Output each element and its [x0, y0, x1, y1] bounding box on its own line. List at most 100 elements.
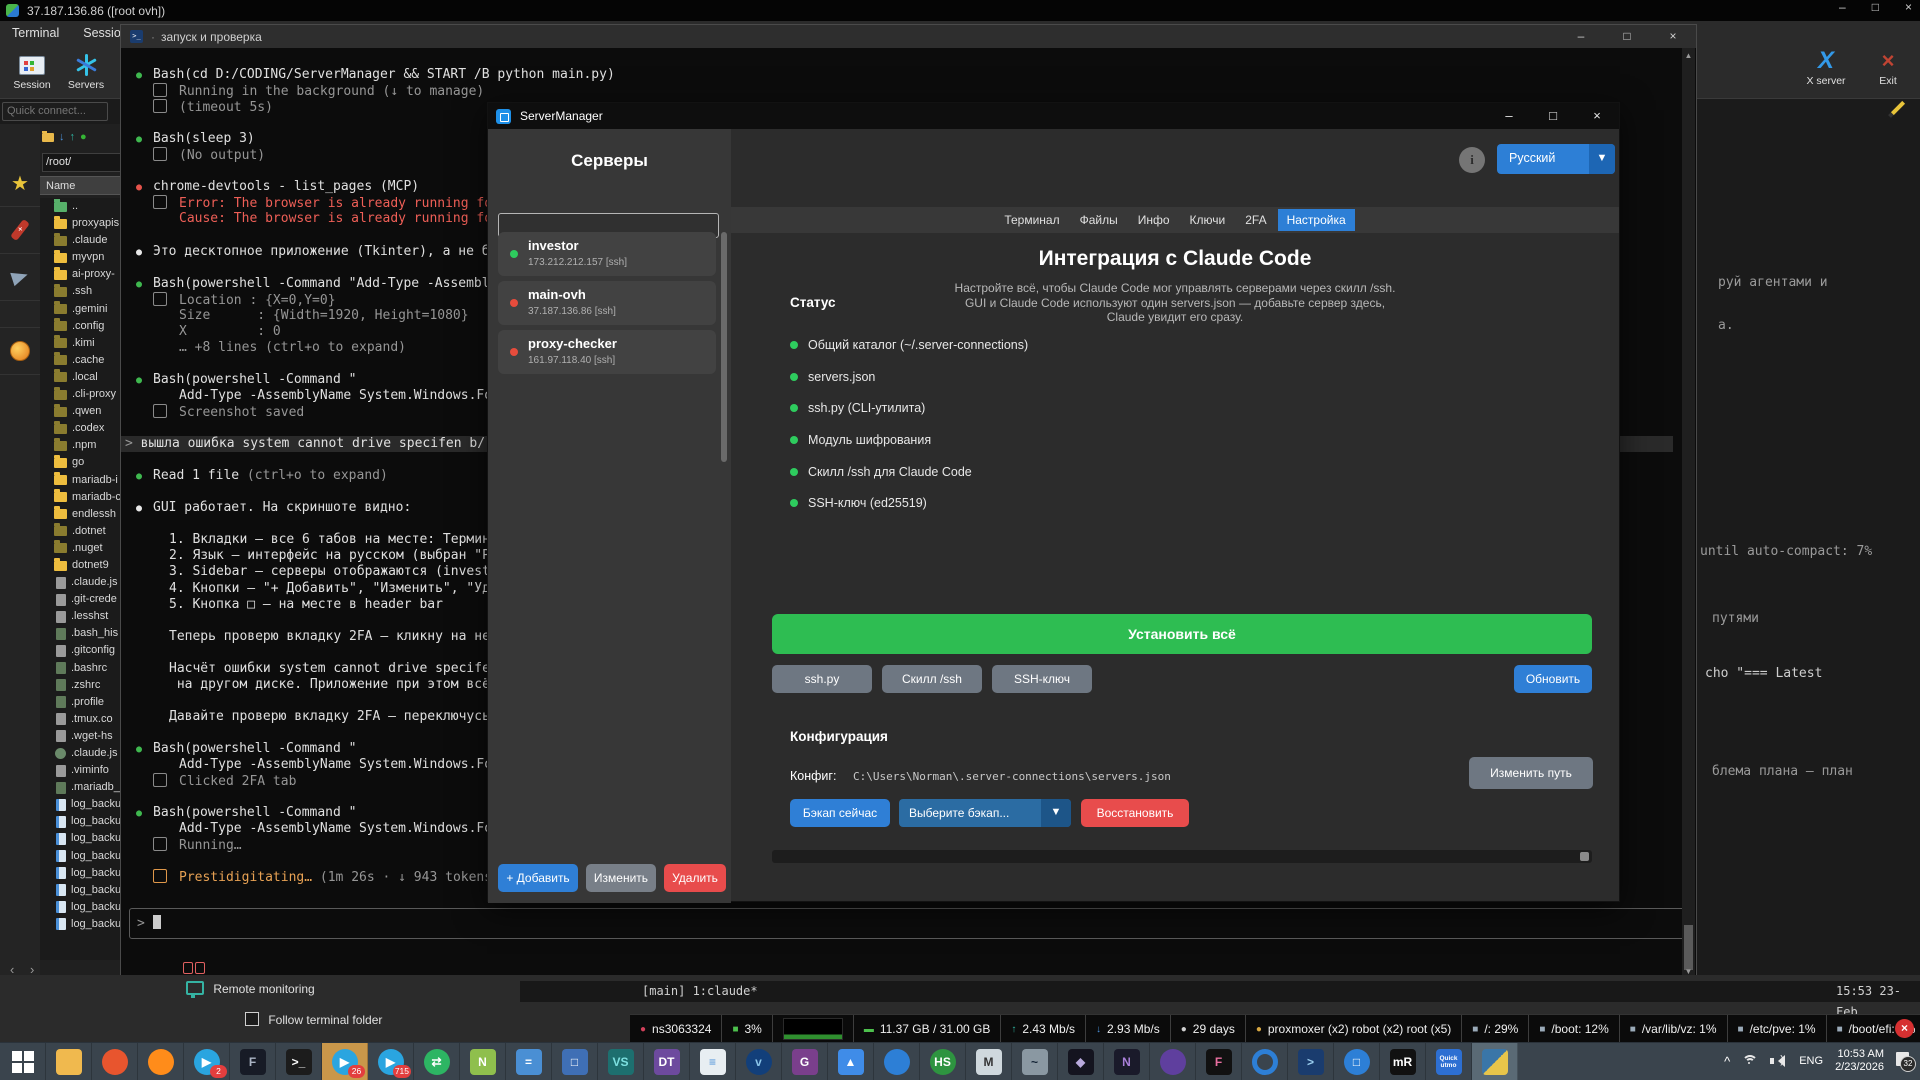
- toolbar-exit-button[interactable]: × Exit: [1862, 47, 1914, 87]
- file-list-item[interactable]: ai-proxy-: [40, 266, 120, 283]
- file-list-item[interactable]: ..: [40, 198, 120, 215]
- volume-icon[interactable]: ): [1770, 1054, 1787, 1068]
- taskbar-freefilesync[interactable]: ⇄: [414, 1043, 460, 1080]
- delete-server-button[interactable]: Удалить: [664, 864, 726, 892]
- scroll-up-icon[interactable]: ▲: [1682, 51, 1695, 60]
- taskbar-gimp[interactable]: G: [782, 1043, 828, 1080]
- file-list-item[interactable]: .gemini: [40, 301, 120, 318]
- taskbar-window-app[interactable]: □: [552, 1043, 598, 1080]
- terminal-close-icon[interactable]: ×: [1650, 25, 1696, 48]
- install-all-button[interactable]: Установить всё: [772, 614, 1592, 654]
- backup-select-dropdown[interactable]: Выберите бэкап... ▼: [899, 799, 1071, 827]
- terminal-maximize-icon[interactable]: □: [1604, 25, 1650, 48]
- sm-minimize-icon[interactable]: –: [1487, 103, 1531, 129]
- file-list-item[interactable]: .kimi: [40, 335, 120, 352]
- file-list-item[interactable]: go: [40, 454, 120, 471]
- file-list-item[interactable]: .ssh: [40, 283, 120, 300]
- terminal-input-box[interactable]: >: [129, 908, 1686, 939]
- terminal-scrollbar[interactable]: ▲ ▼: [1682, 48, 1695, 979]
- server-card[interactable]: main-ovh 37.187.136.86 [ssh]: [498, 281, 716, 325]
- restore-button[interactable]: Восстановить: [1081, 799, 1189, 827]
- language-dropdown[interactable]: Русский ▼: [1497, 144, 1615, 174]
- file-list-item[interactable]: .codex: [40, 420, 120, 437]
- taskbar-n-purple-app[interactable]: N: [1104, 1043, 1150, 1080]
- file-list-item[interactable]: .mariadb_: [40, 779, 120, 796]
- file-list-item[interactable]: log_backu: [40, 916, 120, 933]
- toolbar-servers-button[interactable]: Servers: [60, 51, 112, 91]
- file-list-item[interactable]: .lesshst: [40, 608, 120, 625]
- download-icon[interactable]: ↓: [59, 131, 65, 143]
- scrollbar-thumb[interactable]: [1580, 852, 1589, 861]
- taskbar-hs-app[interactable]: HS: [920, 1043, 966, 1080]
- taskbar-dev-tools[interactable]: DT: [644, 1043, 690, 1080]
- toolbar-session-button[interactable]: Session: [6, 51, 58, 91]
- favorites-star-icon[interactable]: ★: [0, 160, 40, 207]
- file-list-item[interactable]: log_backu: [40, 865, 120, 882]
- globe-icon[interactable]: [0, 327, 40, 375]
- edit-server-button[interactable]: Изменить: [586, 864, 656, 892]
- close-monitoring-icon[interactable]: ×: [1895, 1019, 1914, 1038]
- component-button[interactable]: SSH-ключ: [992, 665, 1092, 693]
- servermanager-titlebar[interactable]: ServerManager – □ ×: [488, 103, 1619, 129]
- tab-Ключи[interactable]: Ключи: [1181, 209, 1235, 231]
- tab-Файлы[interactable]: Файлы: [1071, 209, 1127, 231]
- notification-center-icon[interactable]: 32: [1896, 1052, 1916, 1072]
- file-list-item[interactable]: proxyapis: [40, 215, 120, 232]
- file-list-item[interactable]: .claude.js: [40, 574, 120, 591]
- upload-icon[interactable]: ↑: [70, 131, 76, 143]
- pencil-icon[interactable]: [1890, 100, 1906, 116]
- taskbar-telegram-attention[interactable]: ▶ 26: [322, 1043, 368, 1080]
- component-button[interactable]: Скилл /ssh: [882, 665, 982, 693]
- taskbar-python-app[interactable]: [1472, 1043, 1518, 1080]
- taskbar-blue-circle-app[interactable]: [874, 1043, 920, 1080]
- file-list-item[interactable]: .claude: [40, 232, 120, 249]
- taskbar-powershell[interactable]: >: [1288, 1043, 1334, 1080]
- taskbar-o-ring-app[interactable]: [1242, 1043, 1288, 1080]
- taskbar-calculator[interactable]: =: [506, 1043, 552, 1080]
- file-list-item[interactable]: .claude.js: [40, 745, 120, 762]
- file-list-item[interactable]: .cache: [40, 352, 120, 369]
- taskbar-bird-app[interactable]: v: [736, 1043, 782, 1080]
- file-list-item[interactable]: log_backu: [40, 899, 120, 916]
- tray-clock[interactable]: 10:53 AM 2/23/2026: [1835, 1048, 1884, 1074]
- taskbar-brave-browser[interactable]: [92, 1043, 138, 1080]
- quick-connect-input[interactable]: [2, 101, 108, 121]
- tools-knife-icon[interactable]: [0, 207, 40, 254]
- file-list-item[interactable]: .profile: [40, 694, 120, 711]
- file-list-item[interactable]: .zshrc: [40, 677, 120, 694]
- terminal-minimize-icon[interactable]: –: [1558, 25, 1604, 48]
- file-list-item[interactable]: .qwen: [40, 403, 120, 420]
- file-list-item[interactable]: .bashrc: [40, 660, 120, 677]
- server-card[interactable]: proxy-checker 161.97.118.40 [ssh]: [498, 330, 716, 374]
- taskbar-obsidian[interactable]: ◆: [1058, 1043, 1104, 1080]
- start-button[interactable]: [0, 1043, 46, 1080]
- mobaxterm-close-icon[interactable]: ×: [1905, 0, 1912, 14]
- file-list-item[interactable]: .nuget: [40, 540, 120, 557]
- info-button[interactable]: i: [1459, 147, 1485, 173]
- taskbar-remote-desktop[interactable]: □: [1334, 1043, 1380, 1080]
- file-list-item[interactable]: endlessh: [40, 506, 120, 523]
- backup-now-button[interactable]: Бэкап сейчас: [790, 799, 890, 827]
- tab-2FA[interactable]: 2FA: [1236, 209, 1275, 231]
- taskbar-notepad[interactable]: ≡: [690, 1043, 736, 1080]
- paper-plane-icon[interactable]: [0, 254, 40, 301]
- change-path-button[interactable]: Изменить путь: [1469, 757, 1593, 789]
- taskbar-notepad-plus-plus[interactable]: N: [460, 1043, 506, 1080]
- taskbar-vs-app[interactable]: VS: [598, 1043, 644, 1080]
- file-list-item[interactable]: .cli-proxy: [40, 386, 120, 403]
- folder-up-icon[interactable]: [42, 130, 54, 142]
- file-list-item[interactable]: .gitconfig: [40, 642, 120, 659]
- taskbar-file-explorer[interactable]: [46, 1043, 92, 1080]
- taskbar-mremoteng[interactable]: mR: [1380, 1043, 1426, 1080]
- component-button[interactable]: ssh.py: [772, 665, 872, 693]
- refresh-icon[interactable]: ●: [80, 131, 87, 143]
- taskbar-wave-monitor[interactable]: ~: [1012, 1043, 1058, 1080]
- taskbar-telegram[interactable]: ▶ 2: [184, 1043, 230, 1080]
- file-path-field[interactable]: /root/: [42, 153, 121, 172]
- file-list-item[interactable]: .config: [40, 318, 120, 335]
- follow-terminal-folder-checkbox[interactable]: Follow terminal folder: [245, 1012, 382, 1027]
- tab-Настройка[interactable]: Настройка: [1277, 209, 1355, 231]
- refresh-button[interactable]: Обновить: [1514, 665, 1592, 693]
- file-list-item[interactable]: .wget-hs: [40, 728, 120, 745]
- sm-maximize-icon[interactable]: □: [1531, 103, 1575, 129]
